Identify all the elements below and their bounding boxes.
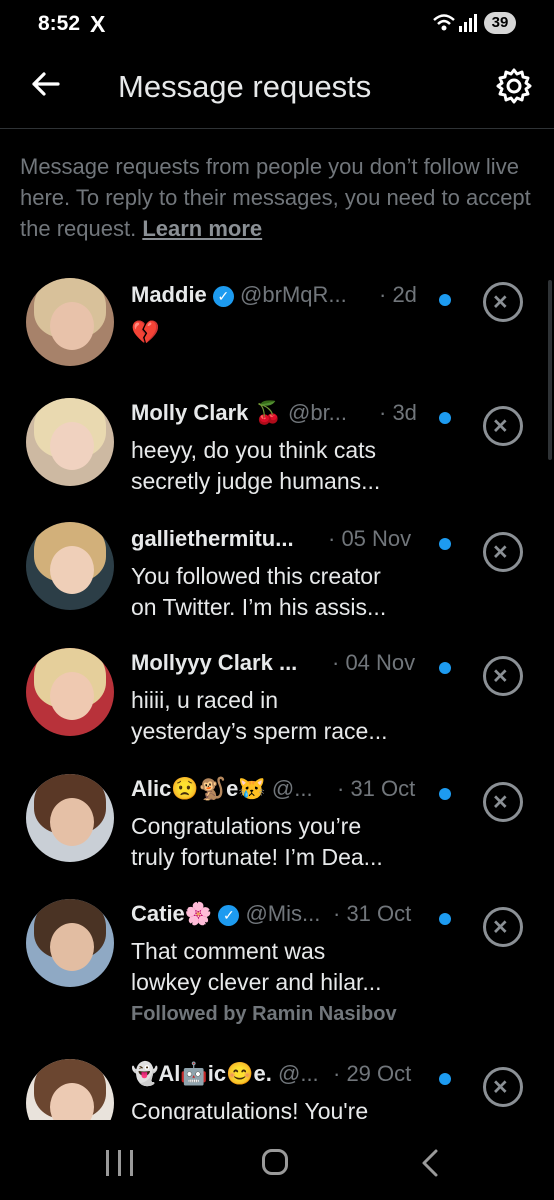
message-date: · 2d [379,282,417,307]
avatar[interactable] [26,1059,114,1120]
sender-handle: @br... [288,400,348,425]
close-icon: × [493,1073,508,1101]
close-icon: × [493,412,508,440]
message-date: · 29 Oct [333,1061,412,1086]
gear-icon[interactable] [494,66,534,106]
avatar[interactable] [26,398,114,486]
sender-handle: @... [278,1061,319,1086]
sender-name: Maddie [131,282,207,307]
avatar[interactable] [26,648,114,736]
sender-name: galliethermitu... [131,526,294,551]
preview-line: hiiii, u raced in [131,687,279,713]
close-icon: × [493,788,508,816]
close-icon: × [493,662,508,690]
sender-name: 👻Al🤖ic😊e. [131,1061,272,1086]
dismiss-button[interactable]: × [483,907,523,947]
close-icon: × [493,913,508,941]
preview-line: You followed this creator [131,563,381,589]
avatar[interactable] [26,278,114,366]
page-title: Message requests [118,69,372,104]
preview-line: That comment was [131,938,326,964]
system-nav-bar [0,1120,554,1200]
requests-description: Message requests from people you don’t f… [20,151,540,244]
message-preview: That comment was lowkey clever and hilar… [131,936,431,998]
scrollbar[interactable] [548,280,552,460]
preview-line: lowkey clever and hilar... [131,969,382,995]
wifi-icon [433,14,455,31]
unread-dot [439,788,451,800]
unread-dot [439,412,451,424]
sender-name: Mollyyy Clark ... [131,650,298,675]
preview-line: heeyy, do you think cats [131,437,377,463]
sender-handle: @... [271,776,313,801]
sender-handle: @brMqR... [240,282,347,307]
learn-more-link[interactable]: Learn more [142,216,262,241]
x-app-icon: X [90,11,106,37]
arrow-left-icon[interactable] [28,66,64,102]
message-date: · 31 Oct [337,776,416,801]
message-date: · 05 Nov [328,526,412,551]
request-row[interactable]: Molly Clark 🍒 @br... · 3d × heeyy, do yo… [0,398,554,518]
sender-handle: @Mis... [245,901,321,926]
status-bar: 8:52 X 39 [0,0,554,48]
sender-name: Catie🌸 [131,901,213,926]
preview-line: yesterday’s sperm race... [131,718,388,744]
request-row[interactable]: galliethermitu... · 05 Nov × You followe… [0,522,554,644]
dismiss-button[interactable]: × [483,532,523,572]
dismiss-button[interactable]: × [483,656,523,696]
sender-name: Molly Clark 🍒 [131,400,282,425]
followed-by-text: Followed by Ramin Nasibov [131,1003,397,1025]
battery-icon: 39 [484,12,516,34]
preview-line: on Twitter. I’m his assis... [131,594,387,620]
message-date: · 04 Nov [332,650,416,675]
request-row[interactable]: Catie🌸 ✓ @Mis... · 31 Oct × That comment… [0,899,554,1039]
dismiss-button[interactable]: × [483,1067,523,1107]
avatar[interactable] [26,899,114,987]
verified-badge-icon: ✓ [212,286,234,307]
avatar[interactable] [26,774,114,862]
request-row[interactable]: Alic😟🐒e😿 @... · 31 Oct × Congratulations… [0,774,554,894]
message-preview: Congratulations you’re truly fortunate! … [131,811,431,873]
top-app-bar: Message requests [0,48,554,129]
unread-dot [439,1073,451,1085]
back-nav-icon[interactable] [418,1148,444,1178]
message-preview: hiiii, u raced in yesterday’s sperm race… [131,685,431,747]
request-row[interactable]: Maddie ✓ @brMqR... · 2d × 💔 [0,278,554,400]
unread-dot [439,913,451,925]
recents-icon[interactable] [106,1150,134,1176]
verified-badge-icon: ✓ [218,905,240,926]
request-row[interactable]: 👻Al🤖ic😊e. @... · 29 Oct × Congratulation… [0,1059,554,1120]
preview-line: secretly judge humans... [131,468,381,494]
message-preview: heeyy, do you think cats secretly judge … [131,435,431,497]
preview-line: 💔 [131,319,160,345]
unread-dot [439,294,451,306]
avatar[interactable] [26,522,114,610]
message-date: · 31 Oct [333,901,412,926]
preview-line: truly fortunate! I’m Dea... [131,844,383,870]
preview-line: Congratulations you’re [131,813,362,839]
status-time: 8:52 [38,12,81,35]
message-preview: Congratulations! You're [131,1096,431,1120]
unread-dot [439,662,451,674]
message-preview: You followed this creator on Twitter. I’… [131,561,431,623]
dismiss-button[interactable]: × [483,282,523,322]
close-icon: × [493,288,508,316]
close-icon: × [493,538,508,566]
dismiss-button[interactable]: × [483,406,523,446]
unread-dot [439,538,451,550]
preview-line: Congratulations! You're [131,1098,369,1120]
description-text: Message requests from people you don’t f… [20,154,531,241]
dismiss-button[interactable]: × [483,782,523,822]
request-row[interactable]: Mollyyy Clark ... · 04 Nov × hiiii, u ra… [0,648,554,768]
message-date: · 3d [379,400,417,425]
sender-name: Alic😟🐒e😿 [131,776,266,801]
signal-icon [459,14,477,32]
home-icon[interactable] [262,1149,288,1175]
message-preview: 💔 [131,317,431,348]
